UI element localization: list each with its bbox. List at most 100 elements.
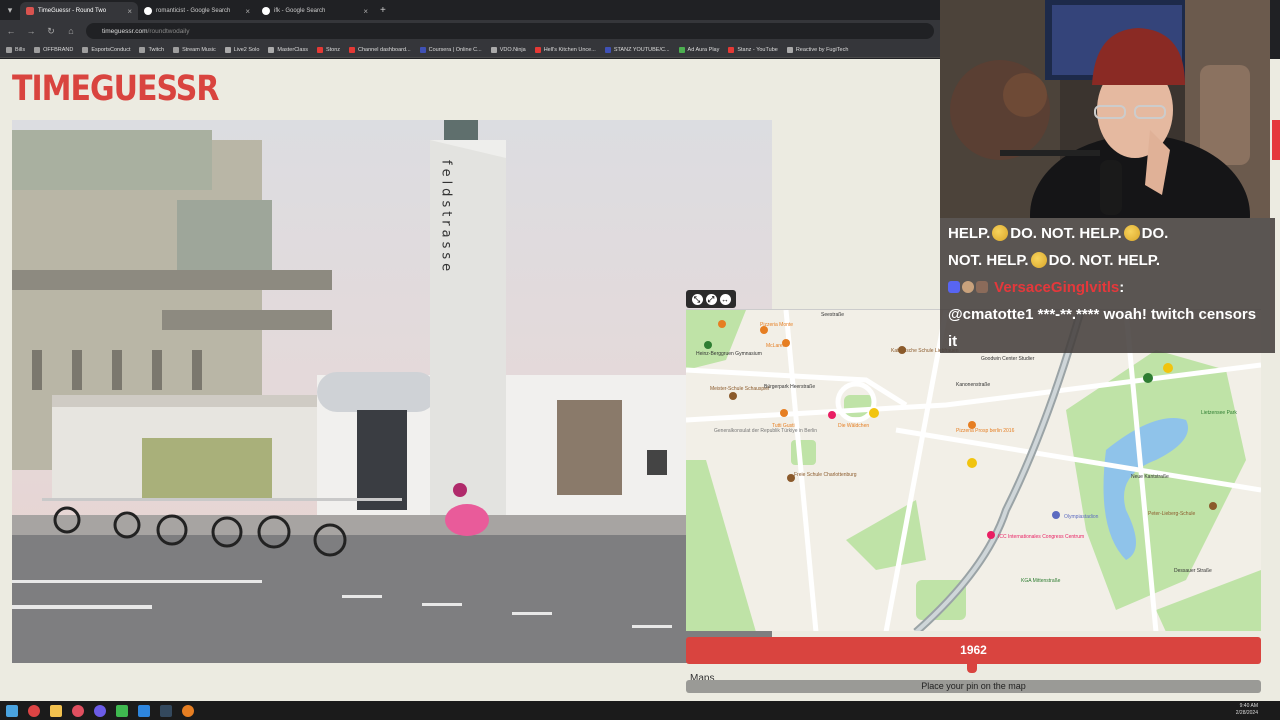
browser-tab-bar: ▾ TimeGuessr - Round Two × romanticist -… bbox=[0, 0, 940, 20]
map-label: Generalkonsulat der Republik Türkiye in … bbox=[714, 428, 817, 434]
map-label: Kanonenstraße bbox=[956, 382, 990, 388]
chat-text: NOT. HELP. bbox=[948, 252, 1029, 269]
bookmark-item[interactable]: EsportsConduct bbox=[82, 46, 130, 53]
map-label: ICC Internationales Congress Centrum bbox=[998, 534, 1084, 540]
discord-icon[interactable] bbox=[94, 704, 106, 717]
bookmark-item[interactable]: Stanz - YouTube bbox=[728, 46, 778, 53]
bookmark-item[interactable]: MasterClass bbox=[268, 46, 308, 53]
bookmark-label: Bills bbox=[15, 46, 26, 53]
map-enlarge-icon[interactable]: ⤢ bbox=[705, 293, 717, 305]
clock-date: 2/28/2024 bbox=[1235, 710, 1258, 716]
chat-text: HELP. bbox=[948, 225, 991, 242]
youtube-icon bbox=[728, 46, 735, 53]
home-icon[interactable]: ⌂ bbox=[66, 26, 76, 36]
bookmark-label: Twitch bbox=[148, 46, 165, 53]
bookmark-item[interactable]: Reactive by FugiTech bbox=[786, 46, 849, 53]
chat-text: DO. NOT. HELP. bbox=[1010, 225, 1122, 242]
year-value: 1962 bbox=[960, 643, 987, 657]
chrome-icon[interactable] bbox=[28, 704, 40, 717]
chat-message-2-body: @cmatotte1 ***-**.**** woah! twitch cens… bbox=[948, 306, 1257, 350]
bookmark-item[interactable]: OFFBRAND bbox=[34, 46, 73, 53]
app-icon[interactable] bbox=[72, 704, 84, 717]
tab-search-icon[interactable]: ▾ bbox=[0, 0, 20, 20]
year-slider-thumb[interactable] bbox=[967, 661, 977, 673]
bookmark-item[interactable]: Ad Aura Play bbox=[678, 46, 719, 53]
year-slider[interactable]: 1962 bbox=[686, 637, 1261, 664]
map-label: Bürgerpark Heerstraße bbox=[764, 384, 815, 390]
file-explorer-icon[interactable] bbox=[50, 704, 62, 717]
app-icon[interactable] bbox=[138, 704, 150, 717]
forward-icon[interactable]: → bbox=[26, 26, 36, 36]
bookmark-item[interactable]: STANZ YOUTUBE/C... bbox=[604, 46, 670, 53]
start-icon[interactable] bbox=[6, 704, 18, 717]
bookmark-item[interactable]: VDO.Ninja bbox=[490, 46, 526, 53]
page-icon bbox=[604, 46, 611, 53]
app-icon[interactable] bbox=[116, 704, 128, 717]
map-label: Olympiastadion bbox=[1064, 514, 1099, 520]
chat-message-1: HELP. DO. NOT. HELP. DO. bbox=[948, 220, 1267, 247]
map-expand-icon[interactable]: ⤡ bbox=[691, 293, 703, 305]
round-photo: feldstrasse bbox=[12, 120, 772, 663]
bookmark-item[interactable]: Stonz bbox=[316, 46, 340, 53]
bookmark-item[interactable]: Bills bbox=[6, 46, 26, 53]
map-label: Die Wäldchen bbox=[838, 423, 869, 429]
bookmark-item[interactable]: Live2 Solo bbox=[224, 46, 260, 53]
thinking-emoji-icon bbox=[1123, 225, 1140, 241]
system-clock[interactable]: 9:40 AM 2/28/2024 bbox=[1236, 703, 1258, 717]
bookmark-label: Coursera | Online C... bbox=[428, 46, 482, 53]
chat-message-1-cont: NOT. HELP. DO. NOT. HELP. bbox=[948, 247, 1267, 274]
firefox-icon[interactable] bbox=[182, 704, 194, 717]
close-tab-icon[interactable]: × bbox=[245, 7, 250, 16]
map-label: McLaren bbox=[766, 343, 786, 349]
chat-text: DO. NOT. HELP. bbox=[1048, 252, 1160, 269]
map-label: Peter-Lieberg-Schule bbox=[1148, 511, 1195, 517]
avatar-badge-icon bbox=[976, 281, 988, 293]
map-canvas[interactable]: Seestraße Pizzeria Monte McLaren Katholi… bbox=[686, 310, 1261, 631]
new-tab-button[interactable]: + bbox=[380, 5, 386, 16]
chat-sep: : bbox=[1119, 279, 1125, 296]
bookmark-label: Reactive by FugiTech bbox=[795, 46, 849, 53]
map-label: Seestraße bbox=[821, 312, 844, 318]
page-icon bbox=[224, 46, 231, 53]
tab-ifk-search[interactable]: ifk - Google Search × bbox=[256, 2, 374, 20]
google-favicon-icon bbox=[262, 7, 270, 15]
street-scene-image: feldstrasse bbox=[12, 120, 772, 663]
obs-icon[interactable] bbox=[160, 704, 172, 717]
avatar-badge-icon bbox=[962, 281, 974, 293]
bookmark-label: Hell's Kitchen Unce... bbox=[543, 46, 596, 53]
bookmark-item[interactable]: Channel dashboard... bbox=[349, 46, 411, 53]
chat-text: DO. bbox=[1141, 225, 1169, 242]
map-shrink-icon[interactable]: ↔ bbox=[719, 293, 731, 305]
url-field[interactable]: timeguessr.com/roundtwodaily bbox=[86, 23, 934, 39]
tab-title: ifk - Google Search bbox=[274, 8, 326, 14]
close-tab-icon[interactable]: × bbox=[127, 7, 132, 16]
tab-romanticist-search[interactable]: romanticist - Google Search × bbox=[138, 2, 256, 20]
folder-icon bbox=[34, 46, 41, 53]
map-controls: ⤡ ⤢ ↔ bbox=[686, 290, 736, 308]
folder-icon bbox=[6, 46, 12, 53]
feldstrasse-sign: feldstrasse bbox=[439, 160, 454, 275]
youtube-icon bbox=[534, 46, 541, 53]
page-icon bbox=[678, 46, 685, 53]
tab-timeguessr[interactable]: TimeGuessr - Round Two × bbox=[20, 2, 138, 20]
place-pin-button[interactable]: Place your pin on the map bbox=[686, 680, 1261, 693]
map-label: Goodwin Center Studier bbox=[981, 356, 1035, 362]
bookmark-label: Stream Music bbox=[182, 46, 216, 53]
reload-icon[interactable]: ↻ bbox=[46, 26, 56, 37]
bookmark-item[interactable]: Twitch bbox=[139, 46, 165, 53]
guess-map[interactable]: Seestraße Pizzeria Monte McLaren Katholi… bbox=[686, 309, 1261, 631]
clock-time: 9:40 AM bbox=[1239, 703, 1258, 709]
bookmark-item[interactable]: Stream Music bbox=[173, 46, 216, 53]
bookmark-item[interactable]: Coursera | Online C... bbox=[419, 46, 482, 53]
back-icon[interactable]: ← bbox=[6, 26, 16, 36]
close-tab-icon[interactable]: × bbox=[363, 7, 368, 16]
coursera-icon bbox=[419, 46, 426, 53]
folder-icon bbox=[139, 46, 146, 53]
map-label: Meister-Schule Schauspiel bbox=[710, 386, 769, 392]
timeguessr-logo[interactable]: TIMEGUESSR bbox=[12, 69, 219, 109]
bookmark-item[interactable]: Hell's Kitchen Unce... bbox=[534, 46, 596, 53]
bookmark-label: Live2 Solo bbox=[233, 46, 260, 53]
webcam-overlay bbox=[940, 0, 1270, 218]
chat-overlay: HELP. DO. NOT. HELP. DO. NOT. HELP. DO. NOT… bbox=[940, 218, 1275, 353]
windows-taskbar: 9:40 AM 2/28/2024 bbox=[0, 701, 1280, 720]
